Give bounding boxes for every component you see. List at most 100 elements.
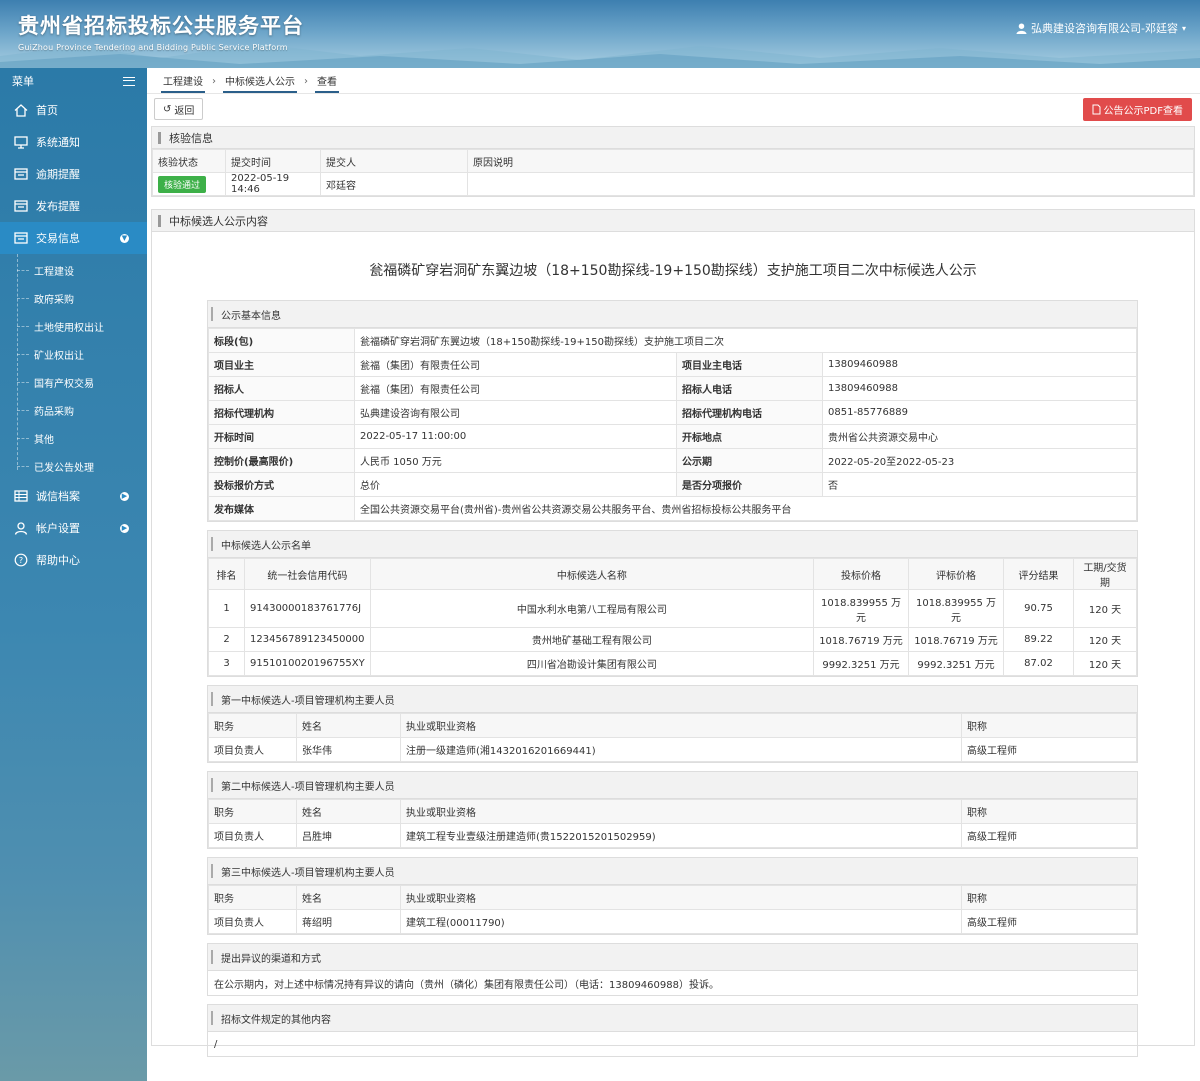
section-header: 第一中标候选人-项目管理机构主要人员 [208,686,1137,713]
rank: 2 [208,627,245,652]
sub-item-mining[interactable]: 矿业权出让 [17,340,147,368]
title: 高级工程师 [961,909,1137,934]
nav-item-account[interactable]: 帐户设置 ▶ [0,512,147,544]
section-header: 公示基本信息 [208,301,1137,328]
nav-item-trade[interactable]: 交易信息 ▼ [0,222,147,254]
field-label: 开标地点 [676,424,823,449]
chevron-right-icon: › [304,75,308,87]
col-header: 职称 [961,799,1137,824]
table-row: 项目负责人 蒋绍明 建筑工程(00011790) 高级工程师 [208,909,1137,934]
sub-item-state-assets[interactable]: 国有产权交易 [17,368,147,396]
content-panel: 中标候选人公示内容 瓮福磷矿穿岩洞矿东翼边坡（18+150勘探线-19+150勘… [151,209,1195,1057]
sub-item-published[interactable]: 已发公告处理 [17,452,147,480]
sidebar: 菜单 首页 系统通知 逾期提醒 发布提醒 交易信息 ▼ 工程建设 政府采购 土地… [0,68,147,1081]
monitor-icon [12,135,30,149]
col-header: 提交时间 [225,149,321,173]
position: 项目负责人 [208,909,297,934]
breadcrumb-item[interactable]: 中标候选人公示 [223,69,297,93]
breadcrumb-item[interactable]: 工程建设 [161,69,205,93]
field-label: 招标代理机构 [208,400,355,425]
section-title: 第二中标候选人-项目管理机构主要人员 [221,781,395,793]
other-text: / [214,1038,218,1050]
duration: 120 天 [1073,651,1137,676]
field-value: 2022-05-20至2022-05-23 [822,448,1137,473]
main-content: 工程建设 › 中标候选人公示 › 查看 ↺ 返回 公告公示PDF查看 核验信息 … [147,68,1200,1081]
col-header: 工期/交货期 [1073,558,1137,590]
field-value: 否 [822,472,1137,497]
person-name: 蒋绍明 [296,909,401,934]
person-name: 吕胜坤 [296,823,401,848]
col-header: 职称 [961,885,1137,910]
person-name: 张华伟 [296,737,401,762]
field-label: 公示期 [676,448,823,473]
sub-item-drugs[interactable]: 药品采购 [17,396,147,424]
duration: 120 天 [1073,589,1137,628]
nav-label: 交易信息 [36,232,80,245]
breadcrumb: 工程建设 › 中标候选人公示 › 查看 [161,69,339,93]
trade-submenu: 工程建设 政府采购 土地使用权出让 矿业权出让 国有产权交易 药品采购 其他 已… [0,254,147,480]
breadcrumb-item[interactable]: 查看 [315,69,339,93]
field-label: 项目业主电话 [676,352,823,377]
nav-label: 首页 [36,104,58,117]
nav-label: 系统通知 [36,136,80,149]
field-label: 招标人 [208,376,355,401]
col-header: 提交人 [320,149,468,173]
user-menu[interactable]: 弘典建设咨询有限公司-邓廷容 ▾ [1016,20,1186,36]
col-header: 职称 [961,713,1137,738]
col-header: 姓名 [296,799,401,824]
section-header: 招标文件规定的其他内容 [208,1005,1137,1032]
score: 90.75 [1003,589,1074,628]
title: 高级工程师 [961,823,1137,848]
col-header: 职务 [208,799,297,824]
col-header: 执业或职业资格 [400,885,962,910]
eval-price: 1018.839955 万元 [908,589,1004,628]
field-label: 控制价(最高限价) [208,448,355,473]
field-value: 瓮福（集团）有限责任公司 [354,352,677,377]
field-label: 投标报价方式 [208,472,355,497]
table-icon [12,489,30,503]
rank: 3 [208,651,245,676]
sub-item-land[interactable]: 土地使用权出让 [17,312,147,340]
col-header: 核验状态 [152,149,226,173]
field-label: 招标人电话 [676,376,823,401]
sub-item-gov-purchase[interactable]: 政府采购 [17,284,147,312]
nav-item-overdue[interactable]: 逾期提醒 [0,158,147,190]
field-value: 0851-85776889 [822,400,1137,425]
hamburger-icon[interactable] [123,76,135,86]
staff-table: 职务 姓名 执业或职业资格 职称 项目负责人 吕胜坤 建筑工程专业壹级注册建造师(贵152… [208,799,1137,848]
table-row: 3 9151010020196755XY 四川省冶勘设计集团有限公司 9992.… [208,651,1137,676]
sub-item-other[interactable]: 其他 [17,424,147,452]
staff-section-3: 第三中标候选人-项目管理机构主要人员 职务 姓名 执业或职业资格 职称 项目负责人 蒋绍… [207,857,1138,935]
chevron-right-icon: ▶ [120,491,129,501]
nav-item-notice[interactable]: 系统通知 [0,126,147,158]
chevron-right-icon: ▶ [120,523,129,533]
reason [467,172,1194,196]
toolbar: ↺ 返回 公告公示PDF查看 [147,94,1200,124]
page-title: 瓮福磷矿穿岩洞矿东翼边坡（18+150勘探线-19+150勘探线）支护施工项目二… [369,263,977,279]
score: 87.02 [1003,651,1074,676]
col-header: 执业或职业资格 [400,713,962,738]
brand[interactable]: 贵州省招标投标公共服务平台 GuiZhou Province Tendering… [18,10,304,52]
nav-item-help[interactable]: ? 帮助中心 [0,544,147,576]
svg-text:?: ? [19,556,23,565]
position: 项目负责人 [208,737,297,762]
sub-item-engineering[interactable]: 工程建设 [17,256,147,284]
col-header: 原因说明 [467,149,1194,173]
back-button[interactable]: ↺ 返回 [154,98,204,120]
submitter: 邓廷容 [320,172,468,196]
section-title: 提出异议的渠道和方式 [221,953,321,965]
nav-item-home[interactable]: 首页 [0,94,147,126]
table-row: 1 91430000183761776J 中国水利水电第八工程局有限公司 101… [208,589,1137,628]
pdf-view-button[interactable]: 公告公示PDF查看 [1082,98,1192,121]
staff-table: 职务 姓名 执业或职业资格 职称 项目负责人 蒋绍明 建筑工程(00011790) 高级工程… [208,885,1137,934]
pdf-label: 公告公示PDF查看 [1103,106,1183,117]
col-header: 姓名 [296,885,401,910]
credit-code: 9151010020196755XY [244,651,371,676]
col-header: 姓名 [296,713,401,738]
section-title: 中标候选人公示名单 [221,540,311,552]
field-value: 贵州省公共资源交易中心 [822,424,1137,449]
nav-item-publish[interactable]: 发布提醒 [0,190,147,222]
eval-price: 1018.76719 万元 [908,627,1004,652]
nav-item-credit[interactable]: 诚信档案 ▶ [0,480,147,512]
status-badge: 核验通过 [158,175,207,193]
